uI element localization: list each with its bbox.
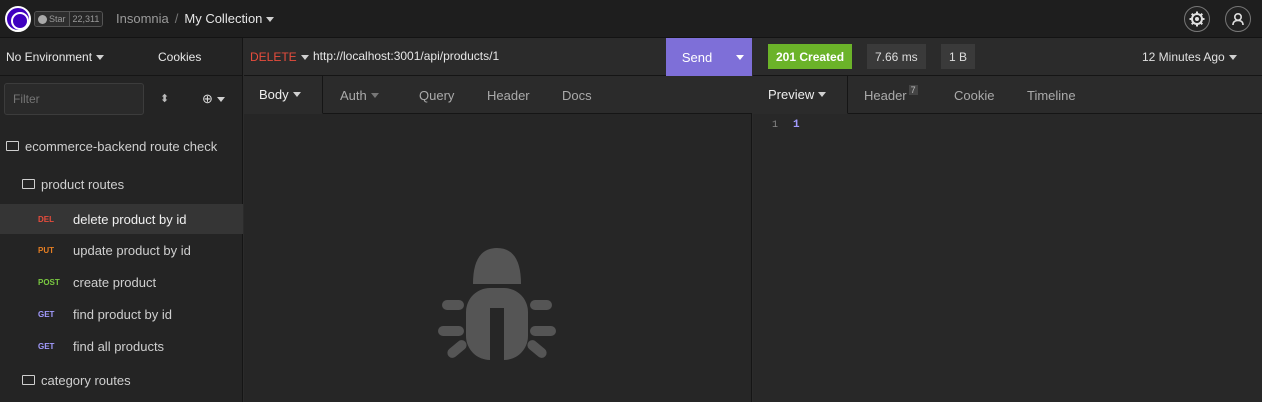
url-bar: DELETE http://localhost:3001/api/product…	[244, 38, 752, 76]
tab-response-header[interactable]: Header 7	[864, 76, 918, 114]
github-star-badge[interactable]: Star 22,311	[34, 11, 104, 27]
status-badge: 201 Created	[768, 44, 853, 69]
chevron-down-icon	[300, 55, 309, 61]
request-item-create-product[interactable]: POST create product	[0, 267, 243, 297]
workspace-label: ecommerce-backend route check	[25, 138, 218, 154]
folder-open-icon	[22, 179, 35, 189]
chevron-down-icon	[96, 55, 105, 61]
top-bar: Star 22,311 Insomnia / My Collection	[0, 0, 1262, 38]
chevron-down-icon	[292, 92, 301, 97]
request-label: find product by id	[73, 306, 173, 322]
breadcrumb-root[interactable]: Insomnia	[116, 11, 169, 26]
folder-open-icon	[6, 141, 19, 151]
collection-name: My Collection	[184, 11, 263, 26]
send-button[interactable]: Send	[666, 38, 752, 76]
time-badge: 7.66 ms	[867, 44, 926, 69]
bug-icon	[438, 248, 556, 364]
chevron-down-icon	[1228, 55, 1237, 61]
sort-icon[interactable]: ⬍	[160, 92, 169, 105]
insomnia-logo-icon[interactable]	[5, 6, 31, 32]
send-options-button[interactable]	[728, 54, 752, 60]
gear-icon	[1189, 11, 1205, 27]
response-preview-panel[interactable]: 1 1	[753, 114, 1262, 402]
method-badge: POST	[38, 277, 60, 287]
tab-timeline[interactable]: Timeline	[1027, 76, 1076, 114]
tab-docs[interactable]: Docs	[562, 76, 592, 114]
method-dropdown[interactable]: DELETE	[250, 50, 309, 64]
request-tabs: Body Auth Query Header Docs	[244, 76, 752, 114]
environment-row: No Environment Cookies	[0, 38, 243, 76]
tab-label: Cookie	[954, 87, 995, 103]
plus-circle-icon: ⊕	[202, 91, 213, 106]
github-icon	[38, 14, 47, 24]
request-label: find all products	[73, 338, 165, 354]
environment-dropdown[interactable]: No Environment	[6, 50, 105, 64]
folder-item-product-routes[interactable]: product routes	[0, 169, 243, 199]
chevron-down-icon	[818, 92, 827, 97]
cookies-button[interactable]: Cookies	[158, 50, 201, 64]
folder-label: category routes	[41, 372, 131, 388]
tab-label: Body	[259, 87, 289, 102]
response-body-text: 1	[793, 119, 800, 131]
chevron-down-icon	[736, 54, 744, 60]
request-label: create product	[73, 274, 157, 290]
request-body-panel	[244, 114, 752, 402]
tab-label: Auth	[340, 87, 367, 103]
chevron-down-icon	[370, 92, 379, 98]
request-item-find-product[interactable]: GET find product by id	[0, 299, 243, 329]
request-item-delete-product[interactable]: DEL delete product by id	[0, 204, 243, 234]
tab-header[interactable]: Header	[487, 76, 530, 114]
collection-dropdown[interactable]: My Collection	[184, 11, 275, 26]
account-button[interactable]	[1225, 6, 1251, 32]
tab-cookie[interactable]: Cookie	[954, 76, 994, 114]
method-badge: DEL	[38, 214, 54, 224]
request-item-find-all-products[interactable]: GET find all products	[0, 331, 243, 361]
star-label: Star	[49, 14, 66, 24]
history-dropdown[interactable]: 12 Minutes Ago	[1142, 50, 1237, 64]
size-badge: 1 B	[941, 44, 976, 69]
send-label: Send	[681, 49, 713, 65]
settings-button[interactable]	[1184, 6, 1210, 32]
history-label: 12 Minutes Ago	[1142, 50, 1225, 64]
add-menu-button[interactable]: ⊕	[202, 91, 225, 107]
tab-preview[interactable]: Preview	[753, 76, 848, 114]
response-tabs: Preview Header 7 Cookie Timeline	[753, 76, 1262, 114]
environment-label: No Environment	[6, 50, 93, 64]
filter-input[interactable]	[4, 83, 144, 115]
sidebar: No Environment Cookies ⬍ ⊕ ecommerce-bac…	[0, 38, 243, 402]
header-count-badge: 7	[908, 85, 918, 95]
tab-auth[interactable]: Auth	[340, 76, 379, 114]
folder-icon	[22, 375, 35, 385]
breadcrumb: Insomnia / My Collection	[116, 11, 275, 26]
chevron-down-icon	[266, 17, 275, 23]
folder-label: product routes	[41, 176, 125, 192]
star-count: 22,311	[69, 12, 103, 26]
tab-label: Header	[864, 87, 907, 103]
method-badge: PUT	[38, 245, 54, 255]
tab-label: Timeline	[1027, 87, 1076, 103]
request-label: update product by id	[73, 242, 191, 258]
line-number: 1	[772, 120, 779, 131]
method-badge: GET	[38, 341, 55, 351]
tab-body[interactable]: Body	[244, 76, 323, 114]
url-input[interactable]: http://localhost:3001/api/products/1	[313, 49, 499, 63]
tab-label: Docs	[562, 87, 592, 103]
chevron-down-icon	[216, 97, 225, 103]
request-label: delete product by id	[73, 211, 187, 227]
tab-label: Header	[487, 87, 530, 103]
workspace-item[interactable]: ecommerce-backend route check	[0, 131, 243, 161]
method-label: DELETE	[250, 50, 297, 64]
request-item-update-product[interactable]: PUT update product by id	[0, 235, 243, 265]
method-badge: GET	[38, 309, 55, 319]
folder-item-category-routes[interactable]: category routes	[0, 365, 243, 395]
user-icon	[1232, 12, 1244, 26]
response-status-bar: 201 Created 7.66 ms 1 B 12 Minutes Ago	[753, 38, 1262, 76]
breadcrumb-separator: /	[174, 11, 179, 26]
tab-query[interactable]: Query	[419, 76, 454, 114]
tab-label: Query	[419, 87, 455, 103]
tab-label: Preview	[768, 87, 815, 102]
